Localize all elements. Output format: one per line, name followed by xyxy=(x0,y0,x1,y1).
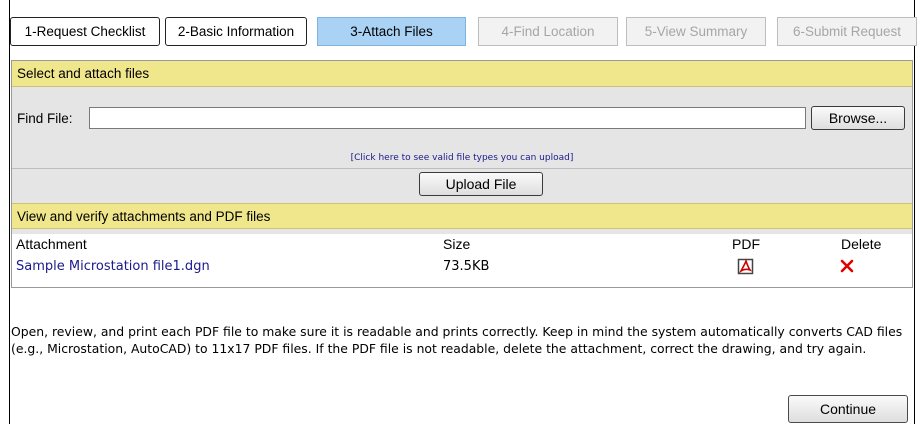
upload-file-button[interactable]: Upload File xyxy=(419,172,543,196)
pdf-instructions: Open, review, and print each PDF file to… xyxy=(11,324,903,356)
file-path-input[interactable] xyxy=(89,107,806,129)
tab-view-summary: 5-View Summary xyxy=(626,17,766,46)
attachment-file-link[interactable]: Sample Microstation file1.dgn xyxy=(16,259,210,274)
verify-attachments-header: View and verify attachments and PDF file… xyxy=(12,203,912,229)
delete-icon[interactable] xyxy=(839,258,855,274)
tab-find-location: 4-Find Location xyxy=(478,17,618,46)
continue-button[interactable]: Continue xyxy=(788,395,908,423)
column-size: Size xyxy=(443,236,471,252)
tab-attach-files[interactable]: 3-Attach Files xyxy=(317,17,466,46)
column-attachment: Attachment xyxy=(16,236,87,252)
pdf-icon[interactable] xyxy=(737,258,754,275)
hint-row: [Click here to see valid file types you … xyxy=(12,149,912,169)
tab-request-checklist[interactable]: 1-Request Checklist xyxy=(10,17,160,46)
find-file-label: Find File: xyxy=(17,111,73,126)
valid-file-types-link[interactable]: [Click here to see valid file types you … xyxy=(12,153,912,163)
tab-basic-information[interactable]: 2-Basic Information xyxy=(165,17,307,46)
attachment-size: 73.5KB xyxy=(443,259,490,274)
find-file-row: Find File: Browse... xyxy=(12,106,912,131)
tab-submit-request: 6-Submit Request xyxy=(777,17,917,46)
browse-button[interactable]: Browse... xyxy=(811,106,905,130)
column-pdf: PDF xyxy=(732,236,760,252)
attach-panel: Select and attach files Find File: Brows… xyxy=(11,60,913,288)
column-delete: Delete xyxy=(841,236,882,252)
select-attach-header: Select and attach files xyxy=(12,61,912,87)
